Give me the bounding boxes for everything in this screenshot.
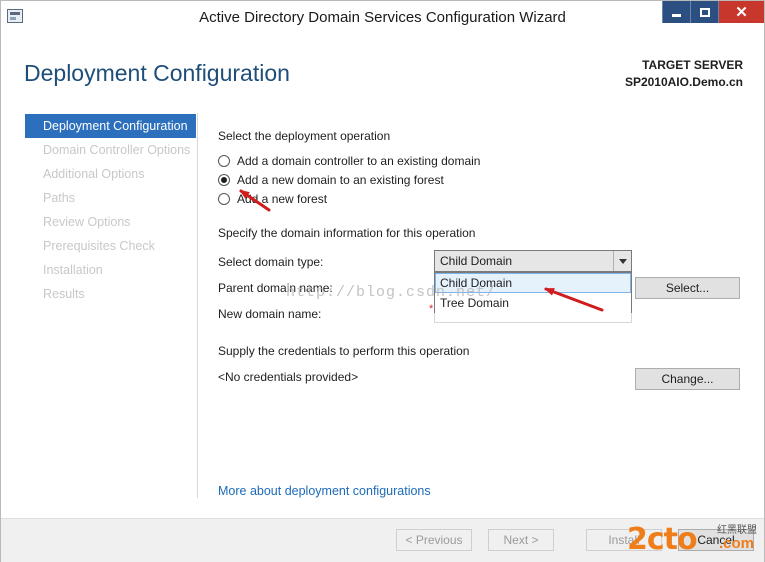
new-domain-input[interactable]	[434, 313, 632, 323]
nav-divider	[197, 113, 198, 498]
credentials-heading: Supply the credentials to perform this o…	[218, 344, 470, 358]
option-label: Add a domain controller to an existing d…	[237, 154, 481, 168]
next-button[interactable]: Next >	[488, 529, 554, 551]
radio-button[interactable]	[218, 193, 230, 205]
maximize-button[interactable]	[690, 1, 718, 23]
page-title: Deployment Configuration	[24, 60, 290, 86]
operation-heading: Select the deployment operation	[218, 129, 391, 143]
more-info-link[interactable]: More about deployment configurations	[218, 484, 431, 498]
minimize-icon	[672, 13, 681, 17]
domain-type-select[interactable]: Child Domain	[434, 250, 632, 272]
nav-item-domain-controller-options: Domain Controller Options	[43, 143, 191, 157]
domain-type-value: Child Domain	[440, 254, 513, 268]
close-icon: ✕	[735, 3, 748, 21]
select-button[interactable]: Select...	[635, 277, 740, 299]
site-logo-domain: .com	[719, 535, 755, 552]
nav-item-additional-options: Additional Options	[43, 167, 145, 181]
option-add-dc[interactable]: Add a domain controller to an existing d…	[218, 153, 480, 169]
wizard-nav: Deployment Configuration Domain Controll…	[25, 114, 196, 306]
option-add-forest[interactable]: Add a new forest	[218, 191, 327, 207]
required-marker: *	[429, 303, 434, 315]
maximize-icon	[699, 7, 710, 17]
domain-info-heading: Specify the domain information for this …	[218, 226, 476, 240]
target-server-name: SP2010AIO.Demo.cn	[624, 75, 743, 89]
site-logo: 2cto	[627, 522, 698, 557]
window-controls: ✕	[662, 1, 764, 23]
nav-item-deployment-configuration[interactable]: Deployment Configuration	[25, 114, 196, 138]
site-logo-tagline: 红黑联盟	[717, 525, 757, 536]
domain-type-label: Select domain type:	[218, 255, 324, 269]
previous-button[interactable]: < Previous	[396, 529, 472, 551]
radio-button-checked[interactable]	[218, 174, 230, 186]
wizard-window: Active Directory Domain Services Configu…	[0, 0, 765, 562]
nav-item-review-options: Review Options	[43, 215, 131, 229]
credentials-value: <No credentials provided>	[218, 370, 359, 384]
blog-watermark: http://blog.csdn.net/	[286, 284, 497, 301]
target-server-info: TARGET SERVER SP2010AIO.Demo.cn	[625, 57, 743, 91]
title-bar[interactable]: Active Directory Domain Services Configu…	[1, 1, 764, 32]
chevron-down-icon[interactable]	[613, 251, 631, 271]
new-domain-label: New domain name:	[218, 307, 322, 321]
nav-item-paths: Paths	[43, 191, 75, 205]
option-label: Add a new forest	[237, 192, 328, 206]
close-button[interactable]: ✕	[718, 1, 764, 23]
nav-item-results: Results	[43, 287, 85, 301]
target-server-label: TARGET SERVER	[642, 58, 743, 72]
nav-item-prerequisites-check: Prerequisites Check	[43, 239, 155, 253]
radio-button[interactable]	[218, 155, 230, 167]
option-label: Add a new domain to an existing forest	[237, 173, 444, 187]
window-title: Active Directory Domain Services Configu…	[199, 9, 566, 26]
minimize-button[interactable]	[662, 1, 690, 23]
nav-item-installation: Installation	[43, 263, 103, 277]
change-button[interactable]: Change...	[635, 368, 740, 390]
option-add-domain[interactable]: Add a new domain to an existing forest	[218, 172, 444, 188]
